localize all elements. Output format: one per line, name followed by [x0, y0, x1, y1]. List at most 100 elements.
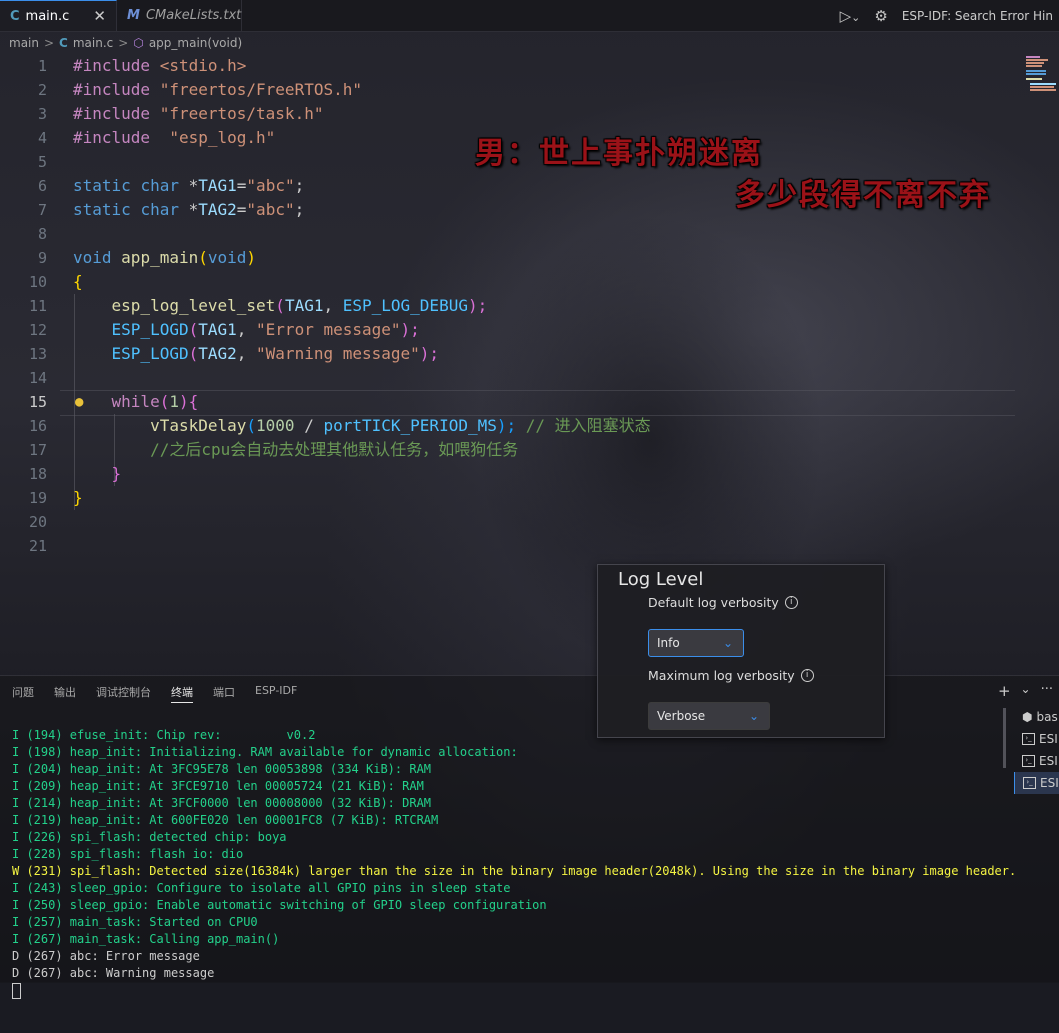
line-number: 4 — [37, 129, 47, 147]
run-debug-icon[interactable]: ▷⌄ — [840, 7, 861, 25]
panel-actions: + ⌄ ··· — [998, 682, 1053, 700]
tab-output[interactable]: 输出 — [54, 684, 76, 703]
tab-label: CMakeLists.txt — [145, 8, 242, 23]
chevron-down-icon: ⌄ — [748, 709, 759, 723]
terminal-line: I (219) heap_init: At 600FE020 len 00001… — [12, 813, 439, 827]
log-level-popup: Log Level Default log verbosity i Info ⌄… — [597, 564, 885, 738]
code-line: 14 — [0, 366, 1059, 390]
keyword: #include — [73, 56, 151, 75]
info-icon[interactable]: i — [784, 596, 798, 609]
string: "abc" — [246, 200, 295, 219]
line-number: 14 — [28, 369, 47, 387]
tab-terminal[interactable]: 终端 — [171, 684, 193, 703]
operator: * — [188, 176, 199, 195]
number: 1000 — [256, 416, 295, 435]
line-number: 2 — [37, 81, 47, 99]
punctuation: ; — [294, 200, 305, 219]
tab-debug-console[interactable]: 调试控制台 — [96, 684, 151, 703]
more-actions-icon[interactable]: ··· — [1041, 682, 1053, 700]
editor-tab-bar: C main.c ✕ M CMakeLists.txt ▷⌄ ⚙ ESP-IDF… — [0, 0, 1059, 32]
bracket: ); — [400, 320, 420, 339]
line-number: 11 — [28, 297, 47, 315]
keyword: #include — [73, 128, 151, 147]
breadcrumb: main > C main.c > ⬡ app_main(void) — [9, 34, 242, 52]
identifier: TAG1 — [284, 296, 324, 315]
bracket: ( — [198, 248, 208, 267]
function-symbol-icon: ⬡ — [133, 36, 144, 50]
code-line: 17 //之后cpu会自动去处理其他默认任务，如喂狗任务 — [0, 438, 1059, 462]
default-verbosity-select[interactable]: Info ⌄ — [648, 629, 744, 657]
chevron-down-icon[interactable]: ⌄ — [851, 11, 860, 24]
bracket: ( — [188, 320, 199, 339]
code-line: 9 void app_main(void) — [0, 246, 1059, 270]
run-glyph: ▷ — [839, 6, 852, 25]
info-icon[interactable]: i — [800, 669, 814, 682]
scrollbar[interactable] — [1003, 708, 1006, 768]
terminal-list-item[interactable]: ›_ ESI — [1014, 750, 1059, 772]
bracket: ); — [419, 344, 440, 363]
cmake-file-icon: M — [127, 8, 140, 23]
terminal-output[interactable]: I (194) efuse_init: Chip rev: v0.2 I (198… — [12, 710, 1016, 1033]
terminal-icon: ›_ — [1022, 733, 1035, 745]
bracket: { — [73, 272, 83, 291]
terminal-line: I (228) spi_flash: flash io: dio — [12, 847, 244, 861]
terminal-line: I (226) spi_flash: detected chip: boya — [12, 830, 287, 844]
panel-tabs: 问题 输出 调试控制台 终端 端口 ESP-IDF — [12, 684, 297, 703]
string: "Error message" — [256, 320, 401, 339]
bracket: ); — [496, 416, 517, 435]
line-number: 18 — [28, 465, 47, 483]
code-line: 12 ESP_LOGD(TAG1, "Error message"); — [0, 318, 1059, 342]
function-name: app_main — [121, 248, 199, 267]
line-number: 3 — [37, 105, 47, 123]
operator: / — [294, 416, 324, 435]
terminal-list-item[interactable]: ⬢ bas — [1014, 706, 1059, 728]
c-file-icon: C — [10, 8, 20, 24]
esp-idf-search-button[interactable]: ESP-IDF: Search Error Hin — [902, 9, 1053, 23]
add-terminal-icon[interactable]: + — [998, 682, 1011, 700]
terminal-icon: ›_ — [1022, 755, 1035, 767]
terminal-line-warning: W (231) spi_flash: Detected size(16384k)… — [12, 864, 1017, 878]
terminal-line-debug: D (267) abc: Warning message — [12, 966, 215, 980]
breadcrumb-symbol[interactable]: app_main(void) — [149, 36, 242, 50]
terminal-line: I (198) heap_init: Initializing. RAM ava… — [12, 745, 518, 759]
tab-cmakelists[interactable]: M CMakeLists.txt — [117, 0, 242, 31]
punctuation: , — [323, 296, 343, 315]
breadcrumb-file[interactable]: main.c — [73, 36, 113, 50]
punctuation: , — [236, 344, 257, 363]
tab-esp-idf[interactable]: ESP-IDF — [255, 684, 297, 703]
tab-main-c[interactable]: C main.c ✕ — [0, 0, 117, 31]
line-number: 19 — [28, 489, 47, 507]
chevron-down-icon: ⌄ — [722, 636, 733, 650]
terminal-list-item[interactable]: ›_ ESI — [1014, 728, 1059, 750]
string: "abc" — [246, 176, 295, 195]
code-line: 19} — [0, 486, 1059, 510]
keyword: while — [111, 392, 160, 411]
function-name: esp_log_level_set — [111, 296, 276, 315]
code-line: 20 — [0, 510, 1059, 534]
string: <stdio.h> — [159, 56, 247, 75]
code-line: 21 — [0, 534, 1059, 558]
tab-problems[interactable]: 问题 — [12, 684, 34, 703]
constant: ESP_LOG_DEBUG — [342, 296, 468, 315]
terminal-list: ⬢ bas ›_ ESI ›_ ESI ›_ ESI — [1014, 706, 1059, 794]
keyword: #include — [73, 80, 151, 99]
terminal-line: I (267) main_task: Calling app_main() — [12, 932, 280, 946]
terminal-line: I (257) main_task: Started on CPU0 — [12, 915, 258, 929]
terminal-line: I (250) sleep_gpio: Enable automatic swi… — [12, 898, 547, 912]
terminal-line: I (204) heap_init: At 3FC95E78 len 00053… — [12, 762, 432, 776]
wallpaper-lyric-line: 多少段得不离不弃 — [735, 178, 991, 213]
code-line: 2 #include "freertos/FreeRTOS.h" — [0, 78, 1059, 102]
gear-icon[interactable]: ⚙ — [874, 7, 887, 25]
terminal-list-item-selected[interactable]: ›_ ESI — [1014, 772, 1059, 794]
string: "freertos/FreeRTOS.h" — [159, 80, 362, 99]
max-verbosity-select[interactable]: Verbose ⌄ — [648, 702, 770, 730]
terminal-list-label: ESI — [1039, 732, 1058, 746]
string: "freertos/task.h" — [159, 104, 324, 123]
line-number: 9 — [37, 249, 47, 267]
comment: //之后cpu会自动去处理其他默认任务，如喂狗任务 — [150, 440, 519, 459]
tab-ports[interactable]: 端口 — [213, 684, 235, 703]
breadcrumb-folder[interactable]: main — [9, 36, 39, 50]
chevron-down-icon[interactable]: ⌄ — [1021, 682, 1031, 700]
close-icon[interactable]: ✕ — [93, 7, 106, 25]
identifier: TAG1 — [198, 176, 237, 195]
